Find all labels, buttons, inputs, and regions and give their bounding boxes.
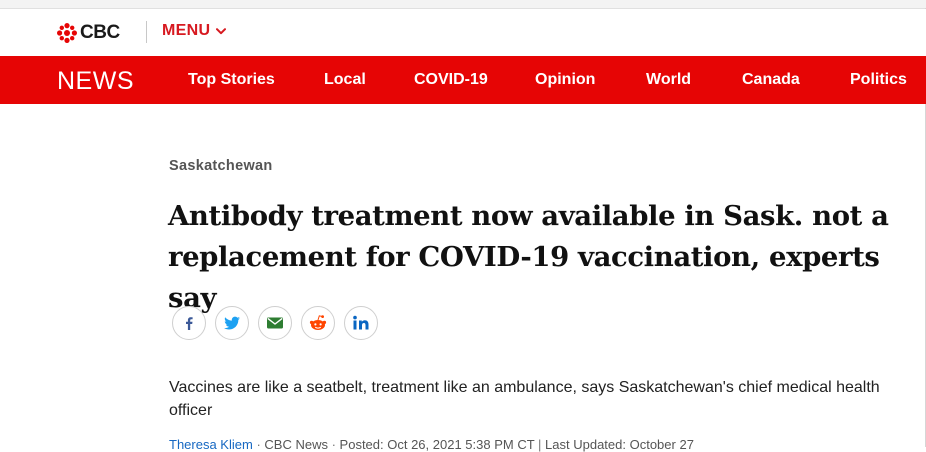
- byline: Theresa Kliem · CBC News · Posted: Oct 2…: [169, 437, 694, 452]
- byline-source: CBC News: [264, 437, 328, 452]
- menu-label: MENU: [162, 22, 211, 39]
- nav-item-covid-19[interactable]: COVID-19: [414, 71, 488, 89]
- nav-item-world[interactable]: World: [646, 71, 691, 89]
- byline-separator: |: [538, 437, 546, 452]
- nav-item-local[interactable]: Local: [324, 71, 366, 89]
- browser-top-strip: [0, 0, 926, 9]
- byline-posted: Posted: Oct 26, 2021 5:38 PM CT: [339, 437, 535, 452]
- nav-item-canada[interactable]: Canada: [742, 71, 800, 89]
- menu-button[interactable]: MENU: [162, 22, 227, 40]
- nav-item-opinion[interactable]: Opinion: [535, 71, 595, 89]
- reddit-icon: [309, 315, 327, 330]
- share-facebook-button[interactable]: [172, 306, 206, 340]
- byline-separator: ·: [331, 437, 340, 452]
- share-linkedin-button[interactable]: [344, 306, 378, 340]
- cbc-logo[interactable]: CBC: [57, 22, 120, 43]
- share-reddit-button[interactable]: [301, 306, 335, 340]
- cbc-logo-text: CBC: [80, 22, 120, 43]
- share-twitter-button[interactable]: [215, 306, 249, 340]
- share-bar: [172, 306, 387, 340]
- news-nav-bar: NEWS Top Stories Local COVID-19 Opinion …: [0, 56, 926, 104]
- byline-updated: Last Updated: October 27: [545, 437, 694, 452]
- brand-divider: [146, 21, 147, 43]
- share-email-button[interactable]: [258, 306, 292, 340]
- linkedin-icon: [353, 315, 369, 330]
- twitter-icon: [224, 316, 240, 330]
- facebook-icon: [186, 317, 193, 330]
- email-icon: [267, 317, 283, 329]
- news-home-link[interactable]: NEWS: [57, 67, 134, 96]
- article-deck: Vaccines are like a seatbelt, treatment …: [169, 379, 880, 419]
- nav-item-top-stories[interactable]: Top Stories: [188, 71, 275, 89]
- section-label[interactable]: Saskatchewan: [169, 158, 273, 174]
- brand-bar: CBC MENU: [0, 9, 926, 56]
- chevron-down-icon: [216, 27, 227, 34]
- article-headline: Antibody treatment now available in Sask…: [168, 200, 889, 314]
- cbc-gem-icon: [57, 23, 77, 43]
- nav-item-politics[interactable]: Politics: [850, 71, 907, 89]
- author-link[interactable]: Theresa Kliem: [169, 437, 253, 452]
